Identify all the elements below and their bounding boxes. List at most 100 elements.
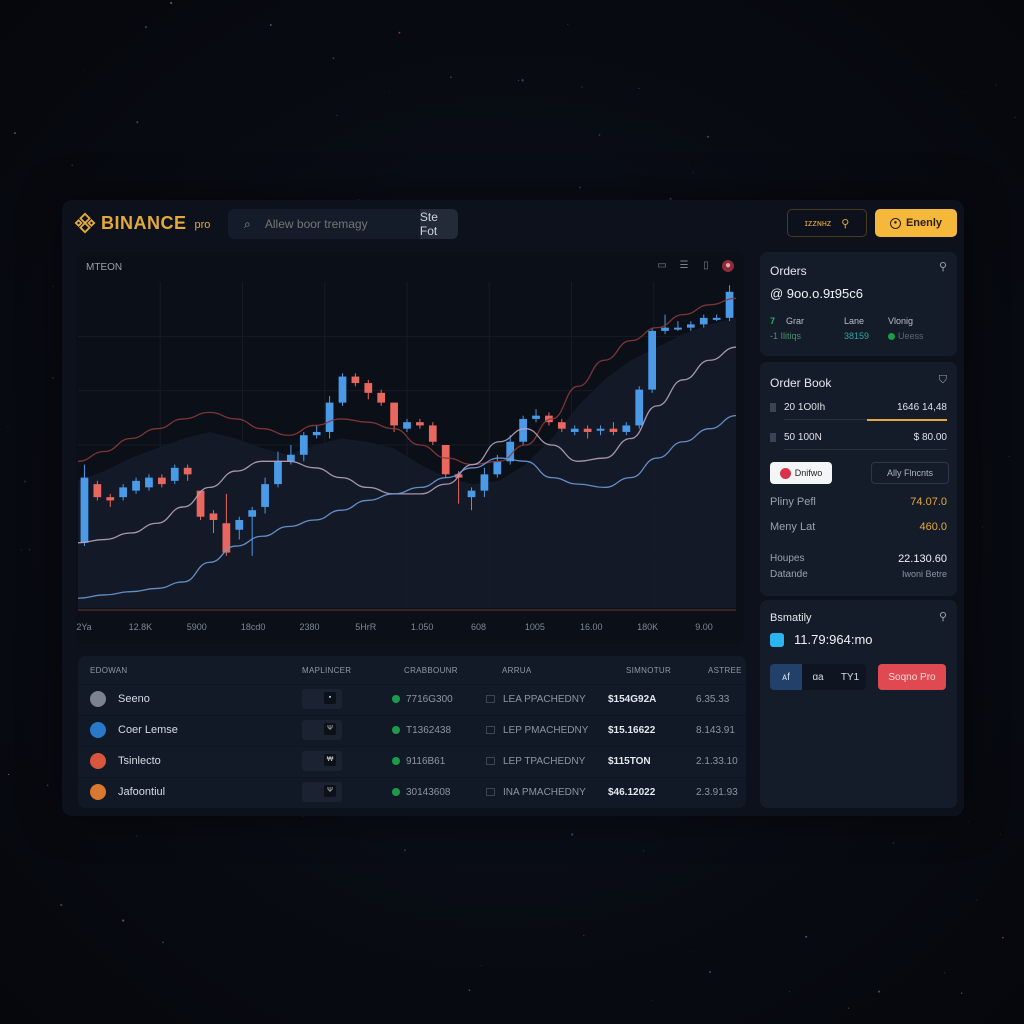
star bbox=[997, 181, 999, 183]
location-icon[interactable]: ⚲ bbox=[939, 610, 947, 623]
star bbox=[706, 135, 709, 138]
candle-bear bbox=[351, 376, 360, 384]
account-button[interactable]: ɪᴢᴢɴʜᴢ ⚲ bbox=[787, 209, 867, 237]
star bbox=[136, 121, 139, 124]
candle-bull bbox=[570, 428, 579, 432]
desc-cell: LEP PMACHEDNY bbox=[486, 725, 588, 736]
desc-text: LEP PMACHEDNY bbox=[503, 725, 589, 736]
shield-icon[interactable]: ⛉ bbox=[939, 374, 947, 387]
x-tick-label: 5HrR bbox=[355, 622, 377, 632]
candle-bull bbox=[261, 484, 269, 507]
col-header[interactable]: CRABBOUNR bbox=[404, 666, 458, 675]
brand-logo[interactable]: BINANCE pro bbox=[74, 212, 210, 234]
coin-name: Coer Lemse bbox=[118, 724, 178, 736]
search-submit-button[interactable]: Ste Fot bbox=[419, 209, 458, 239]
star bbox=[1001, 936, 1004, 939]
col-header[interactable]: EDOWAN bbox=[90, 666, 128, 675]
desc-text: LEA PPACHEDNY bbox=[503, 694, 586, 705]
indicator-icon[interactable]: ▯ bbox=[700, 260, 712, 272]
stat-label: Vlonig bbox=[888, 316, 914, 326]
candle-bull bbox=[274, 461, 282, 485]
candle-bull bbox=[480, 474, 489, 491]
candle-bull bbox=[661, 327, 669, 331]
star bbox=[892, 842, 895, 844]
star bbox=[960, 992, 963, 994]
filter-button[interactable]: Ally Flncnts bbox=[871, 462, 949, 484]
star bbox=[668, 138, 669, 140]
candle-bull bbox=[248, 510, 257, 517]
layers-icon[interactable]: ☰ bbox=[678, 260, 690, 272]
draw-icon[interactable]: ▭ bbox=[656, 260, 668, 272]
col-header[interactable]: SIMNOTUR bbox=[626, 666, 671, 675]
stat-marker: 7 bbox=[770, 316, 776, 326]
doc-icon bbox=[486, 695, 495, 703]
amount-text: 9116B61 bbox=[406, 756, 446, 767]
col-header[interactable]: MAPLINCER bbox=[302, 666, 351, 675]
col-header[interactable]: ARRUA bbox=[502, 666, 532, 675]
kv-label: Pliny Pefl bbox=[770, 496, 816, 508]
trade-action-button[interactable]: Soqno Pro bbox=[878, 664, 946, 690]
star bbox=[398, 31, 401, 34]
alert-icon[interactable]: ● bbox=[722, 260, 734, 272]
candle-bull bbox=[170, 467, 179, 481]
kv-row: Houpes 22.130.60 bbox=[770, 553, 947, 569]
star bbox=[687, 161, 689, 163]
status-dot-icon bbox=[392, 695, 400, 703]
table-row[interactable]: Coer Lemse Ψ T1362438 LEP PMACHEDNY $15.1662… bbox=[78, 715, 746, 746]
star bbox=[567, 24, 569, 26]
primary-action-button[interactable]: ● Enenly bbox=[875, 209, 957, 237]
order-book-row[interactable]: 50 100N $ 80.00 bbox=[770, 430, 947, 450]
coin-name: Jafoontiul bbox=[118, 786, 166, 798]
table-row[interactable]: Seeno ▪ 7716G300 LEA PPACHEDNY $154G92A 6.35.… bbox=[78, 684, 746, 715]
star bbox=[46, 784, 49, 787]
star bbox=[878, 990, 880, 993]
star bbox=[642, 849, 645, 852]
account-button-label: ɪᴢᴢɴʜᴢ bbox=[804, 218, 832, 228]
desc-cell: LEP TPACHEDNY bbox=[486, 756, 585, 767]
table-row[interactable]: Tsinlecto ₩9116B61 LEP TPACHEDNY $115TON 2.1… bbox=[78, 746, 746, 777]
candle-bear bbox=[157, 477, 166, 485]
badge-icon bbox=[779, 467, 791, 479]
candle-bull bbox=[686, 324, 695, 328]
kv-label: Meny Lat bbox=[770, 521, 816, 533]
segment-option[interactable]: ᴀf bbox=[770, 664, 802, 690]
price-chart-panel: MTEON ▭ ☰ ▯ ● 2Ya 12.8K 5900 18cd0 2380 5HrR 1… bbox=[76, 252, 744, 644]
search-input[interactable] bbox=[252, 217, 420, 231]
row-marker bbox=[770, 403, 776, 412]
price-cell: $15.16622 bbox=[608, 725, 656, 736]
star bbox=[521, 79, 524, 82]
segment-option[interactable]: ɑa bbox=[802, 664, 834, 690]
mini-chart-chip[interactable]: Ψ bbox=[302, 720, 342, 740]
status-dot-icon bbox=[392, 726, 400, 734]
candlestick-chart[interactable] bbox=[76, 282, 744, 618]
star bbox=[692, 951, 694, 952]
balance-title: Bsmatily bbox=[770, 612, 812, 624]
col-header[interactable]: ASTREE bbox=[708, 666, 742, 675]
x-tick-label: 1.050 bbox=[410, 622, 434, 632]
star bbox=[789, 990, 790, 992]
order-book-row[interactable]: 20 1O0Ih 1646 14,48 bbox=[770, 400, 947, 421]
stat-value-text: Ueess bbox=[898, 331, 924, 341]
candle-bear bbox=[609, 428, 618, 432]
mini-chart-chip[interactable]: ▪ bbox=[302, 689, 342, 709]
order-book-title: Order Book bbox=[770, 376, 832, 390]
order-type-button[interactable]: Dnifwo bbox=[770, 462, 832, 484]
star bbox=[122, 919, 125, 922]
candle-bull bbox=[312, 431, 321, 436]
star bbox=[144, 25, 148, 29]
star bbox=[976, 899, 978, 901]
mini-chart-chip[interactable]: Ψ bbox=[302, 782, 342, 802]
order-book-card: Order Book ⛉ 20 1O0Ih 1646 14,48 50 100N… bbox=[760, 362, 957, 596]
amount-cell: T1362438 bbox=[392, 725, 451, 736]
amount-cell: 30143608 bbox=[392, 787, 451, 798]
mini-chart-chip[interactable]: ₩ bbox=[302, 751, 342, 771]
candle-bull bbox=[699, 317, 708, 325]
change-cell: 8.143.91 bbox=[696, 725, 735, 736]
coin-icon bbox=[90, 722, 106, 738]
segment-option[interactable]: TY1 bbox=[834, 664, 866, 690]
pin-icon[interactable]: ⚲ bbox=[939, 260, 947, 273]
star bbox=[136, 835, 138, 837]
table-row[interactable]: Jafoontiul Ψ 30143608 INA PMACHEDNY $46.1202… bbox=[78, 777, 746, 808]
star bbox=[7, 426, 9, 428]
kv-value: Iwoni Betre bbox=[901, 569, 947, 579]
